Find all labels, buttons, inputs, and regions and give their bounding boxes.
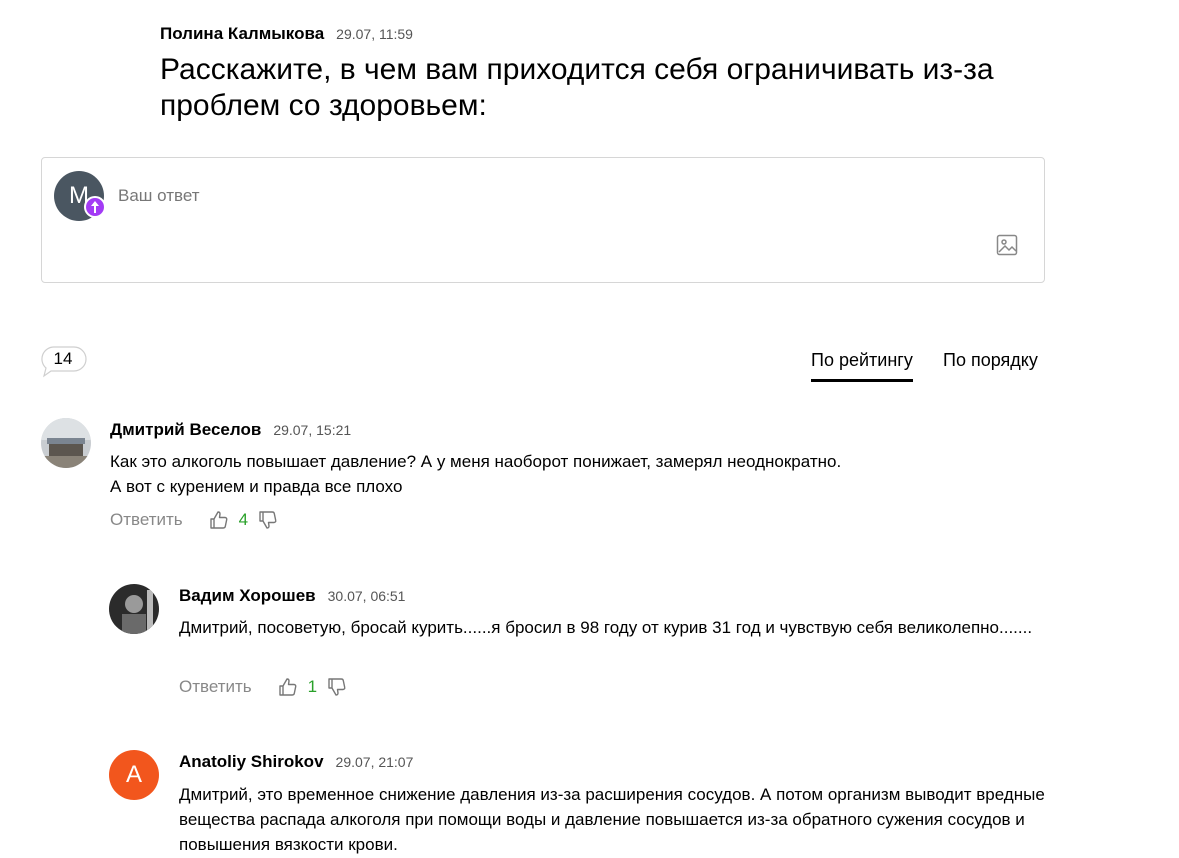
thumbs-up-icon[interactable] [209,510,229,530]
tab-sort-by-order[interactable]: По порядку [943,350,1038,379]
likes-count: 4 [238,510,249,529]
attach-image-icon[interactable] [996,234,1018,256]
comment-time: 29.07, 15:21 [273,422,352,438]
thumbs-down-icon[interactable] [258,510,278,530]
commenter-avatar[interactable] [41,418,91,468]
post-author[interactable]: Полина Калмыкова [160,24,324,44]
commenter-avatar-letter: A [125,761,142,788]
comment-author[interactable]: Anatoliy Shirokov [179,752,324,772]
reply-input[interactable]: Ваш ответ [118,186,200,206]
comment-actions: Ответить 1 [179,677,347,697]
comment-text: Как это алкоголь повышает давление? А у … [110,452,842,496]
post-header: Полина Калмыкова 29.07, 11:59 [160,24,413,44]
comment-text: Дмитрий, посоветую, бросай курить......я… [179,618,1033,637]
comment-time: 29.07, 21:07 [335,754,414,770]
commenter-avatar[interactable]: A [109,750,159,800]
post-question: Расскажите, в чем вам приходится себя ог… [160,53,994,122]
comments-count: 14 [53,349,73,368]
level-up-badge-icon [84,196,106,218]
comment-author[interactable]: Вадим Хорошев [179,586,316,606]
comment-author[interactable]: Дмитрий Веселов [110,420,261,440]
comment-header: Дмитрий Веселов 29.07, 15:21 [110,420,351,440]
tab-sort-by-rating[interactable]: По рейтингу [811,350,913,382]
comment-actions: Ответить 4 [110,510,278,530]
thumbs-up-icon[interactable] [278,677,298,697]
thumbs-down-icon[interactable] [327,677,347,697]
comment-header: Вадим Хорошев 30.07, 06:51 [179,586,405,606]
reply-box[interactable]: М Ваш ответ [41,157,1045,283]
comment-time: 30.07, 06:51 [327,588,406,604]
comment-header: Anatoliy Shirokov 29.07, 21:07 [179,752,413,772]
commenter-avatar[interactable] [109,584,159,634]
post-time: 29.07, 11:59 [336,26,413,42]
comments-count-badge: 14 [41,346,87,378]
reply-button[interactable]: Ответить [110,510,183,530]
likes-count: 1 [307,677,318,696]
reply-button[interactable]: Ответить [179,677,252,697]
comment-text: Дмитрий, это временное снижение давления… [179,785,1045,854]
